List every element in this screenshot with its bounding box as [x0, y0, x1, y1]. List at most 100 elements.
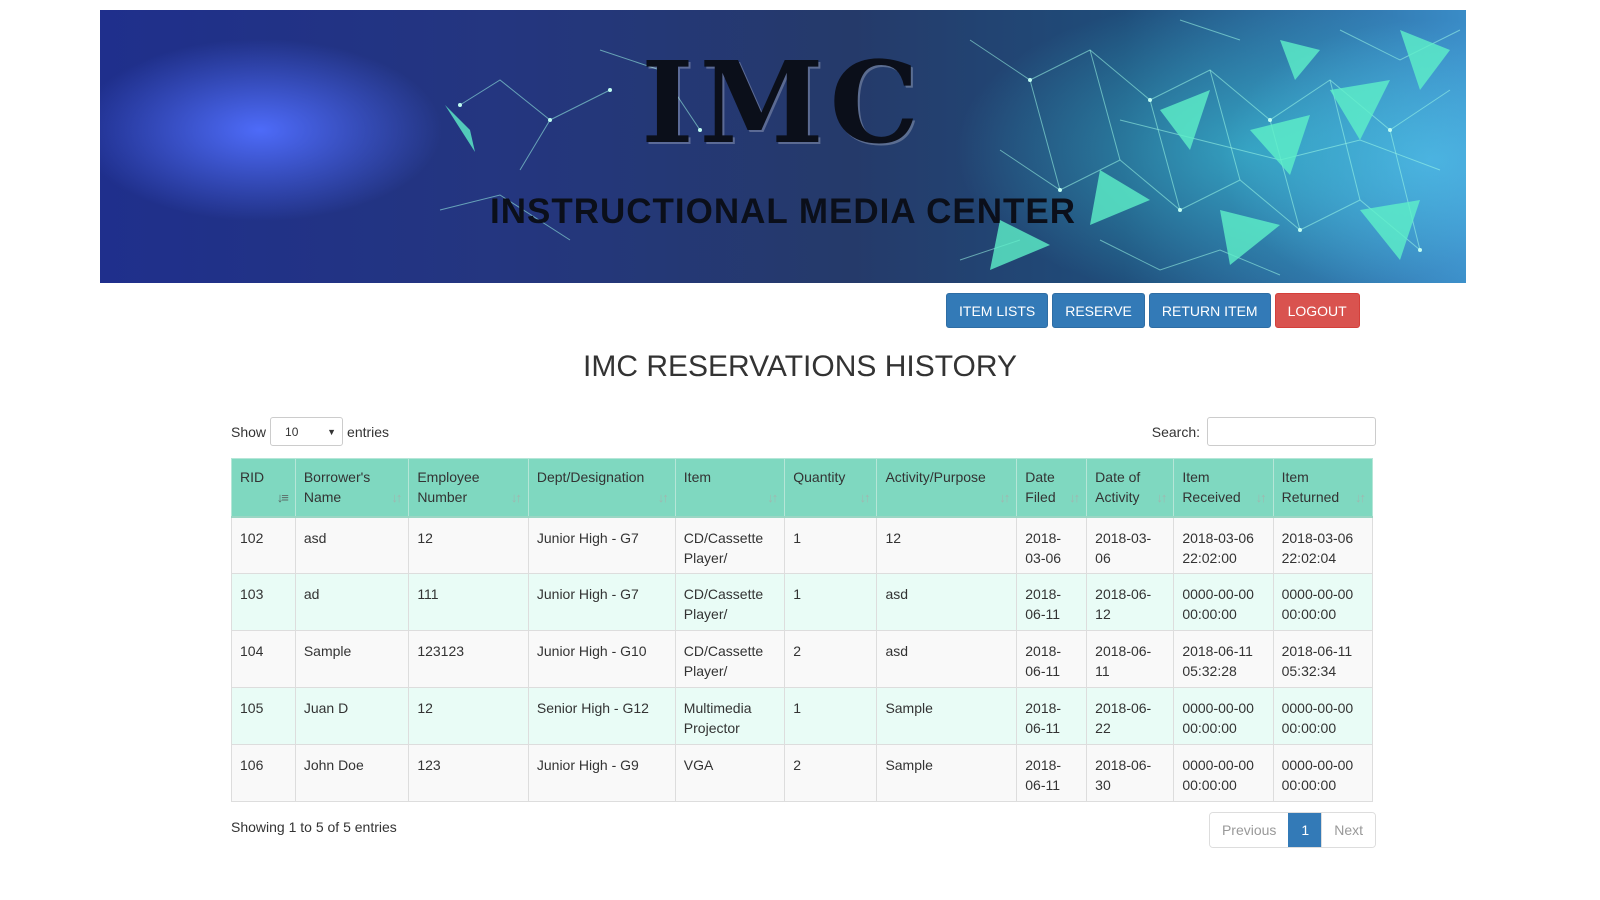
pagination: Previous 1 Next [1208, 812, 1376, 848]
cell-quantity: 1 [784, 687, 878, 745]
column-header-date-filed[interactable]: Date Filed ↓↑ [1016, 458, 1088, 518]
header-row: RID ↓≡ Borrower's Name ↓↑ Employee Number ↓… [231, 458, 1374, 518]
column-header-label: Item Received [1182, 469, 1241, 505]
cell-employee-number: 111 [408, 573, 529, 631]
cell-rid: 105 [231, 687, 296, 745]
cell-quantity: 1 [784, 573, 878, 631]
page-1-button[interactable]: 1 [1288, 813, 1322, 847]
cell-activity-purpose: 12 [876, 516, 1018, 574]
cell-employee-number: 12 [408, 516, 529, 574]
cell-employee-number: 123 [408, 744, 529, 802]
table-row: 104 Sample 123123 Junior High - G10 CD/C… [231, 630, 1374, 688]
sort-icon: ↓↑ [999, 489, 1010, 505]
cell-rid: 102 [231, 516, 296, 574]
column-header-label: Employee Number [417, 469, 480, 505]
cell-quantity: 1 [784, 516, 878, 574]
cell-item-received: 2018-06-11 05:32:28 [1173, 630, 1274, 688]
cell-date-of-activity: 2018-06-12 [1086, 573, 1175, 631]
column-header-date-of-activity[interactable]: Date of Activity ↓↑ [1086, 458, 1175, 518]
cell-date-of-activity: 2018-06-22 [1086, 687, 1175, 745]
cell-borrower-name: Juan D [294, 687, 410, 745]
cell-activity-purpose: Sample [876, 744, 1018, 802]
page-title: IMC RESERVATIONS HISTORY [583, 350, 1017, 383]
cell-item-returned: 0000-00-00 00:00:00 [1272, 744, 1374, 802]
column-header-borrower-name[interactable]: Borrower's Name ↓↑ [294, 458, 410, 518]
column-header-rid[interactable]: RID ↓≡ [231, 458, 296, 518]
entries-select-value: 10 [285, 424, 299, 439]
previous-page-button[interactable]: Previous [1209, 813, 1289, 847]
column-header-label: Quantity [793, 469, 846, 485]
cell-borrower-name: Sample [294, 630, 410, 688]
cell-rid: 103 [231, 573, 296, 631]
cell-date-filed: 2018-06-11 [1016, 744, 1088, 802]
column-header-quantity[interactable]: Quantity ↓↑ [784, 458, 878, 518]
column-header-label: Activity/Purpose [885, 469, 986, 485]
banner-logo: IMC [641, 38, 925, 169]
search-label: Search: [1151, 423, 1200, 440]
cell-item-returned: 2018-03-06 22:02:04 [1272, 516, 1374, 574]
cell-item: VGA [674, 744, 786, 802]
return-item-button[interactable]: RETURN ITEM [1148, 293, 1271, 328]
cell-borrower-name: ad [294, 573, 410, 631]
cell-employee-number: 123123 [408, 630, 529, 688]
cell-dept-designation: Junior High - G7 [527, 573, 676, 631]
column-header-label: RID [240, 469, 265, 485]
cell-dept-designation: Junior High - G9 [527, 744, 676, 802]
cell-item-returned: 0000-00-00 00:00:00 [1272, 573, 1374, 631]
cell-item-returned: 2018-06-11 05:32:34 [1272, 630, 1374, 688]
caret-down-icon: ▼ [327, 426, 337, 437]
cell-item-received: 0000-00-00 00:00:00 [1173, 744, 1274, 802]
table-info: Showing 1 to 5 of 5 entries [231, 819, 397, 835]
column-header-label: Item [683, 469, 712, 485]
table-row: 105 Juan D 12 Senior High - G12 Multimed… [231, 687, 1374, 745]
column-header-label: Item Returned [1281, 469, 1340, 505]
cell-borrower-name: asd [294, 516, 410, 574]
column-header-item[interactable]: Item ↓↑ [674, 458, 786, 518]
column-header-label: Borrower's Name [303, 469, 371, 505]
reserve-button[interactable]: RESERVE [1052, 293, 1145, 328]
logout-button[interactable]: LOGOUT [1274, 293, 1360, 328]
column-header-item-returned[interactable]: Item Returned ↓↑ [1272, 458, 1374, 518]
cell-item-received: 0000-00-00 00:00:00 [1173, 687, 1274, 745]
entries-length-control: Show 10 ▼ entries [231, 417, 389, 446]
table-row: 106 John Doe 123 Junior High - G9 VGA 2 … [231, 744, 1374, 802]
sort-icon: ↓↑ [510, 489, 522, 505]
sort-icon: ↓↑ [391, 489, 402, 505]
cell-quantity: 2 [784, 744, 878, 802]
cell-rid: 106 [231, 744, 296, 802]
entries-select[interactable]: 10 ▼ [270, 417, 344, 446]
table-body: 102 asd 12 Junior High - G7 CD/Cassette … [231, 516, 1374, 802]
header-banner: IMC INSTRUCTIONAL MEDIA CENTER [100, 10, 1466, 283]
reservations-table: RID ↓≡ Borrower's Name ↓↑ Employee Number ↓… [231, 458, 1374, 802]
cell-dept-designation: Junior High - G7 [527, 516, 676, 574]
column-header-item-received[interactable]: Item Received ↓↑ [1173, 458, 1274, 518]
cell-item: CD/Cassette Player/ [674, 630, 786, 688]
column-header-dept-designation[interactable]: Dept/Designation ↓↑ [527, 458, 676, 518]
top-nav: ITEM LISTS RESERVE RETURN ITEM LOGOUT [946, 293, 1360, 328]
cell-activity-purpose: asd [876, 573, 1018, 631]
cell-employee-number: 12 [408, 687, 529, 745]
sort-icon: ↓↑ [1255, 489, 1267, 505]
cell-item-received: 0000-00-00 00:00:00 [1173, 573, 1274, 631]
column-header-employee-number[interactable]: Employee Number ↓↑ [408, 458, 529, 518]
cell-item: CD/Cassette Player/ [674, 516, 786, 574]
sort-icon: ↓↑ [1355, 489, 1366, 505]
table-row: 102 asd 12 Junior High - G7 CD/Cassette … [231, 516, 1374, 574]
sort-icon: ↓↑ [1156, 489, 1167, 505]
cell-date-of-activity: 2018-03-06 [1086, 516, 1175, 574]
cell-dept-designation: Junior High - G10 [527, 630, 676, 688]
cell-borrower-name: John Doe [294, 744, 410, 802]
cell-date-filed: 2018-06-11 [1016, 630, 1088, 688]
sort-icon: ↓↑ [859, 489, 870, 505]
cell-item-received: 2018-03-06 22:02:00 [1173, 516, 1274, 574]
item-lists-button[interactable]: ITEM LISTS [946, 293, 1049, 328]
table-header: RID ↓≡ Borrower's Name ↓↑ Employee Number ↓… [231, 458, 1374, 518]
search-input[interactable] [1207, 417, 1376, 446]
table-row: 103 ad 111 Junior High - G7 CD/Cassette … [231, 573, 1374, 631]
column-header-activity-purpose[interactable]: Activity/Purpose ↓↑ [876, 458, 1018, 518]
column-header-label: Date of Activity [1095, 469, 1141, 505]
cell-date-filed: 2018-06-11 [1016, 573, 1088, 631]
cell-dept-designation: Senior High - G12 [527, 687, 676, 745]
next-page-button[interactable]: Next [1321, 813, 1375, 847]
sort-asc-icon: ↓≡ [276, 489, 289, 505]
